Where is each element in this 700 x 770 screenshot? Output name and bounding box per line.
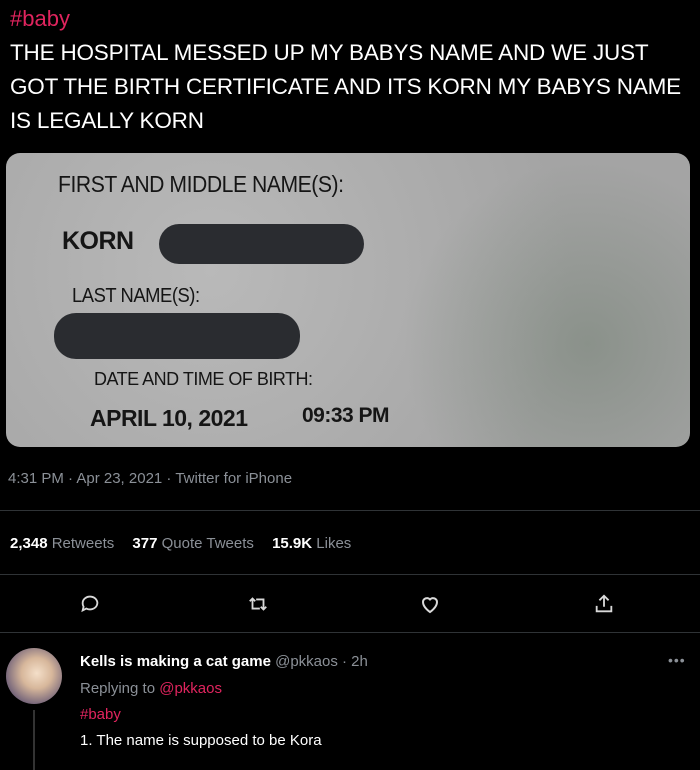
last-name-label: LAST NAME(S): bbox=[72, 285, 200, 307]
quote-tweets-stat[interactable]: 377 Quote Tweets bbox=[132, 535, 253, 552]
tweet-image-birth-certificate[interactable]: FIRST AND MIDDLE NAME(S): KORN LAST NAME… bbox=[6, 153, 690, 447]
avatar[interactable] bbox=[6, 648, 62, 704]
divider bbox=[0, 632, 700, 633]
share-button[interactable] bbox=[590, 590, 618, 618]
reply-author[interactable]: Kells is making a cat game @pkkaos · 2h bbox=[80, 653, 368, 670]
reply-hashtag[interactable]: #baby bbox=[80, 706, 121, 723]
like-icon bbox=[421, 597, 439, 614]
replying-to: Replying to @pkkaos bbox=[80, 680, 222, 697]
tweet-text: THE HOSPITAL MESSED UP MY BABYS NAME AND… bbox=[10, 40, 681, 133]
tweet-timestamp[interactable]: 4:31 PM · Apr 23, 2021 · Twitter for iPh… bbox=[8, 470, 292, 487]
replying-to-link[interactable]: @pkkaos bbox=[159, 680, 222, 697]
thread-line bbox=[33, 710, 35, 770]
reply-author-handle: @pkkaos · 2h bbox=[275, 653, 368, 670]
divider bbox=[0, 510, 700, 511]
divider bbox=[0, 574, 700, 575]
reply-tweet[interactable]: Kells is making a cat game @pkkaos · 2h … bbox=[0, 640, 700, 770]
like-button[interactable] bbox=[416, 590, 444, 618]
retweet-icon bbox=[249, 597, 267, 611]
reply-author-name[interactable]: Kells is making a cat game bbox=[80, 653, 271, 670]
reply-text: 1. The name is supposed to be Kora bbox=[80, 732, 322, 749]
reply-button[interactable] bbox=[76, 590, 104, 618]
dob-time: 09:33 PM bbox=[302, 404, 390, 427]
reply-icon bbox=[81, 595, 99, 613]
tweet-stats: 2,348 Retweets 377 Quote Tweets 15.9K Li… bbox=[10, 535, 351, 552]
dob-label: DATE AND TIME OF BIRTH: bbox=[94, 369, 313, 389]
retweet-button[interactable] bbox=[244, 590, 272, 618]
share-icon bbox=[595, 594, 613, 613]
first-middle-name-label: FIRST AND MIDDLE NAME(S): bbox=[58, 171, 344, 197]
redacted-last-name bbox=[54, 313, 300, 359]
more-icon[interactable]: ••• bbox=[668, 652, 686, 668]
tweet-hashtag[interactable]: #baby bbox=[10, 6, 70, 32]
redacted-middle-name bbox=[159, 224, 364, 264]
likes-stat[interactable]: 15.9K Likes bbox=[272, 535, 351, 552]
dob-date: APRIL 10, 2021 bbox=[90, 405, 248, 431]
retweets-stat[interactable]: 2,348 Retweets bbox=[10, 535, 114, 552]
first-name-value: KORN bbox=[62, 227, 134, 255]
